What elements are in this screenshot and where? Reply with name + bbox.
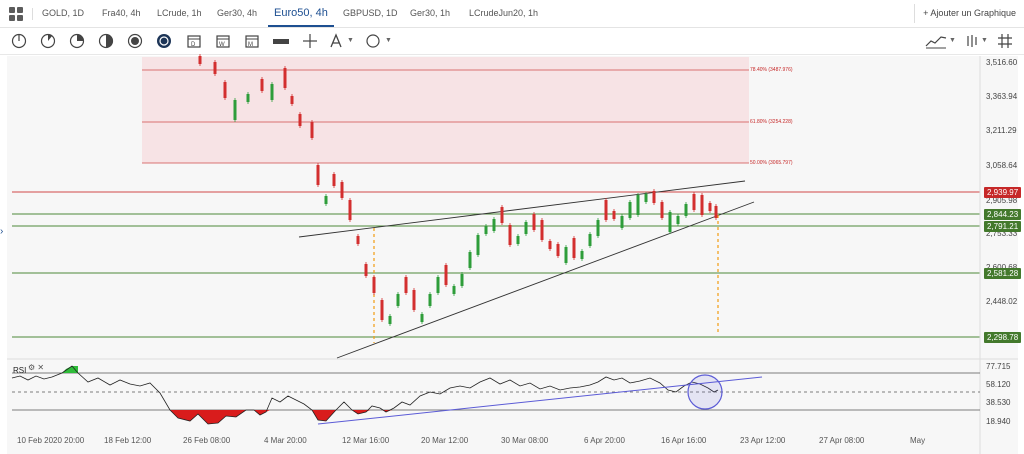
- candle-body: [260, 79, 264, 91]
- rsi-line: [11, 365, 719, 425]
- candle-body: [548, 241, 552, 249]
- rsi-title: RSI: [13, 366, 27, 375]
- candle-body: [604, 200, 608, 220]
- candle-body: [340, 182, 344, 198]
- price-tag-support: 2,844.23: [984, 209, 1022, 220]
- candle-body: [246, 94, 250, 102]
- price-axis-label: 2,448.02: [986, 297, 1018, 306]
- candle-body: [532, 214, 536, 230]
- date-axis-label: 30 Mar 08:00: [501, 436, 549, 445]
- candle-body: [270, 84, 274, 100]
- candle-body: [492, 219, 496, 231]
- candle-body: [524, 222, 528, 234]
- date-axis-label: 10 Feb 2020 20:00: [17, 436, 85, 445]
- candle-body: [596, 220, 600, 236]
- candle-body: [444, 265, 448, 285]
- candle-body: [460, 274, 464, 286]
- candle-body: [388, 316, 392, 324]
- price-axis-label: 3,058.64: [986, 161, 1018, 170]
- rsi-highlight-circle[interactable]: [687, 374, 723, 410]
- candle-body: [612, 211, 616, 219]
- fib-label: 78.40% (3487.976): [750, 67, 793, 73]
- price-tag-support: 2,791.21: [984, 221, 1022, 232]
- candle-body: [692, 194, 696, 210]
- trendline-upper[interactable]: [298, 180, 746, 238]
- candle-body: [298, 114, 302, 126]
- candle-body: [198, 56, 202, 64]
- candle-body: [564, 247, 568, 263]
- date-axis-label: 18 Feb 12:00: [104, 436, 152, 445]
- fib-label: 61.80% (3254.228): [750, 119, 793, 125]
- fibonacci-zone: [142, 57, 749, 163]
- candle-body: [412, 290, 416, 310]
- candle-body: [516, 236, 520, 244]
- fib-label: 50.00% (3065.797): [750, 160, 793, 166]
- candle-body: [332, 174, 336, 186]
- candle-body: [644, 194, 648, 202]
- candle-body: [484, 226, 488, 234]
- candle-body: [500, 207, 504, 223]
- candle-body: [452, 286, 456, 294]
- date-axis-label: 23 Apr 12:00: [740, 436, 786, 445]
- date-axis-label: 12 Mar 16:00: [342, 436, 390, 445]
- candle-body: [700, 195, 704, 215]
- candle-body: [660, 202, 664, 218]
- candle-body: [468, 252, 472, 268]
- price-tag-support: 2,298.78: [984, 332, 1022, 343]
- candle-body: [436, 277, 440, 293]
- candle-body: [540, 220, 544, 240]
- candle-body: [348, 200, 352, 220]
- price-tag-support: 2,581.28: [984, 268, 1022, 279]
- trendline-lower[interactable]: [336, 201, 755, 359]
- candle-body: [714, 206, 718, 218]
- price-axis-label: 3,363.94: [986, 92, 1018, 101]
- date-axis-label: 16 Apr 16:00: [661, 436, 707, 445]
- date-axis-label: 6 Apr 20:00: [584, 436, 625, 445]
- candle-body: [588, 234, 592, 246]
- candle-body: [556, 244, 560, 256]
- date-axis-label: 20 Mar 12:00: [421, 436, 469, 445]
- candle-body: [404, 277, 408, 293]
- candle-body: [233, 100, 237, 120]
- candle-body: [372, 277, 376, 293]
- date-axis-label: 4 Mar 20:00: [264, 436, 307, 445]
- candle-body: [428, 294, 432, 306]
- rsi-axis-label: 77.715: [986, 362, 1011, 371]
- candle-body: [652, 191, 656, 203]
- candle-body: [476, 235, 480, 255]
- candle-body: [223, 82, 227, 98]
- candle-body: [572, 238, 576, 258]
- candle-body: [396, 294, 400, 306]
- price-axis-label: 3,211.29: [986, 126, 1017, 135]
- rsi-axis-label: 38.530: [986, 398, 1011, 407]
- date-axis-label: 26 Feb 08:00: [183, 436, 231, 445]
- candle-body: [508, 225, 512, 245]
- candle-body: [316, 165, 320, 185]
- candle-body: [213, 62, 217, 74]
- candle-body: [380, 300, 384, 320]
- candle-body: [283, 68, 287, 88]
- candle-body: [290, 96, 294, 104]
- candle-body: [676, 216, 680, 224]
- candle-body: [364, 264, 368, 276]
- candle-body: [636, 195, 640, 215]
- price-tag-resistance: 2,939.97: [984, 187, 1022, 198]
- candle-body: [628, 202, 632, 218]
- candle-body: [324, 196, 328, 204]
- candle-body: [580, 251, 584, 259]
- date-axis-label: May: [910, 436, 926, 445]
- rsi-axis-label: 18.940: [986, 417, 1011, 426]
- rsi-axis-label: 58.120: [986, 380, 1011, 389]
- price-chart[interactable]: [0, 0, 1024, 454]
- date-axis-label: 27 Apr 08:00: [819, 436, 865, 445]
- candle-body: [708, 203, 712, 211]
- candle-body: [668, 212, 672, 232]
- gear-icon[interactable]: ⚙ ✕: [28, 363, 44, 372]
- candle-body: [310, 122, 314, 138]
- candle-body: [356, 236, 360, 244]
- candle-body: [684, 204, 688, 216]
- price-axis-label: 3,516.60: [986, 58, 1018, 67]
- candle-body: [620, 216, 624, 228]
- candle-body: [420, 314, 424, 322]
